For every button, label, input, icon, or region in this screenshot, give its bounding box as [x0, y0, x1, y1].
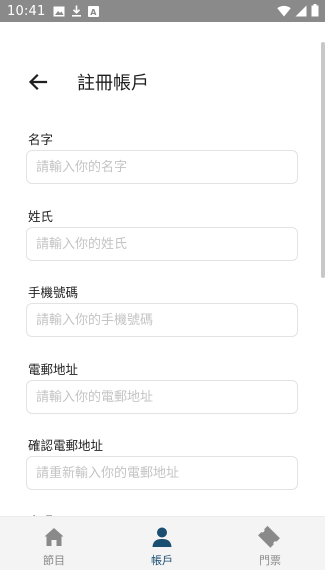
first-name-field[interactable]	[26, 150, 298, 184]
nav-label-tickets: 門票	[259, 554, 281, 567]
status-time: 10:41	[7, 3, 46, 19]
scrollbar[interactable]	[321, 42, 325, 278]
nav-item-tickets[interactable]: 門票	[216, 517, 324, 570]
ticket-icon	[258, 525, 280, 548]
nav-label-account: 帳戶	[151, 554, 173, 567]
last-name-label: 姓氏	[28, 209, 54, 224]
back-button[interactable]	[26, 70, 50, 94]
status-bar: 10:41 A	[0, 0, 325, 22]
svg-text:A: A	[91, 8, 98, 17]
arrow-left-icon	[28, 73, 48, 91]
nav-item-programs[interactable]: 節目	[0, 517, 108, 570]
first-name-label: 名字	[28, 132, 54, 147]
phone-label: 手機號碼	[28, 285, 79, 300]
home-icon	[44, 528, 64, 546]
signal-icon	[295, 5, 307, 16]
page-title: 註冊帳戶	[77, 73, 149, 94]
last-name-field[interactable]	[26, 227, 298, 261]
battery-icon	[311, 4, 319, 17]
bottom-navigation: 節目 帳戶 門票	[0, 516, 325, 570]
download-notification-icon	[72, 5, 82, 17]
phone-field[interactable]	[26, 303, 298, 337]
app-bar: 註冊帳戶	[0, 56, 325, 106]
confirm-email-label: 確認電郵地址	[28, 438, 104, 453]
email-field[interactable]	[26, 380, 298, 414]
wifi-icon	[277, 5, 291, 17]
email-label: 電郵地址	[28, 362, 79, 377]
person-icon	[152, 527, 172, 547]
confirm-email-field[interactable]	[26, 456, 298, 490]
app-notification-icon: A	[88, 5, 100, 17]
nav-item-account[interactable]: 帳戶	[108, 517, 216, 570]
image-notification-icon	[53, 6, 65, 16]
nav-label-programs: 節目	[43, 554, 65, 567]
